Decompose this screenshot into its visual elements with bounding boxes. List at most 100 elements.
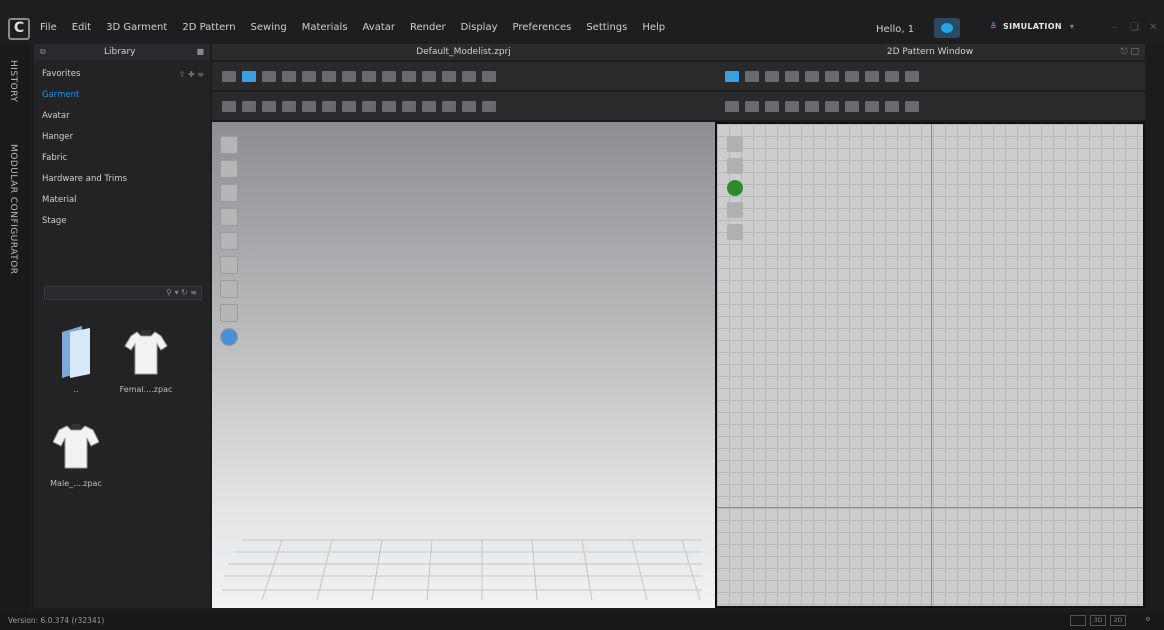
buttonhole-icon[interactable] bbox=[402, 100, 416, 112]
sewing-view-icon[interactable] bbox=[220, 208, 238, 226]
graphic-icon[interactable] bbox=[442, 100, 456, 112]
app-logo[interactable]: C bbox=[8, 18, 30, 40]
viewport-3d[interactable] bbox=[212, 122, 715, 608]
flip-icon[interactable] bbox=[422, 70, 436, 82]
view-3d-button[interactable]: 3D bbox=[1090, 615, 1106, 626]
free-sewing-icon[interactable] bbox=[302, 100, 316, 112]
ruler-icon[interactable] bbox=[727, 136, 743, 152]
edit-pattern-icon[interactable] bbox=[745, 70, 759, 82]
library-item-fabric[interactable]: Fabric bbox=[34, 148, 210, 169]
arrow-icon[interactable] bbox=[222, 70, 236, 82]
select-icon[interactable] bbox=[402, 70, 416, 82]
tab-history[interactable]: HISTORY bbox=[8, 60, 18, 102]
library-thumbnail-folder[interactable]: .. bbox=[48, 326, 104, 394]
sheet-icon[interactable] bbox=[727, 202, 743, 218]
measure-icon[interactable] bbox=[342, 70, 356, 82]
library-item-favorites[interactable]: Favorites ⇪ ✚ ≡ bbox=[34, 64, 210, 85]
fabric-view-icon[interactable] bbox=[220, 184, 238, 202]
rectangle-icon[interactable] bbox=[785, 70, 799, 82]
dock-icon[interactable]: ⎋ □ bbox=[1121, 44, 1139, 60]
tab-modular-configurator[interactable]: MODULAR CONFIGURATOR bbox=[8, 144, 18, 275]
texture-icon[interactable] bbox=[362, 100, 376, 112]
notch-icon[interactable] bbox=[905, 70, 919, 82]
free-sewing-2d-icon[interactable] bbox=[745, 100, 759, 112]
cloud-icon[interactable] bbox=[934, 18, 960, 38]
seam-icon[interactable] bbox=[222, 100, 236, 112]
avatar-pose-icon[interactable] bbox=[462, 70, 476, 82]
stitch-icon[interactable] bbox=[242, 100, 256, 112]
minimize-icon[interactable]: – bbox=[1112, 22, 1117, 33]
hanger-icon[interactable] bbox=[442, 70, 456, 82]
trim-icon[interactable] bbox=[462, 100, 476, 112]
circle-icon[interactable] bbox=[825, 70, 839, 82]
avatar-display-icon[interactable] bbox=[220, 136, 238, 154]
mesh-view-icon[interactable] bbox=[220, 256, 238, 274]
trim-2d-icon[interactable] bbox=[865, 100, 879, 112]
menu-2d-pattern[interactable]: 2D Pattern bbox=[182, 22, 235, 33]
avatar-skin-icon[interactable] bbox=[220, 232, 238, 250]
search-options-icon[interactable]: ⚲ ▾ ↻ ≡ bbox=[166, 288, 197, 297]
fold-icon[interactable] bbox=[282, 70, 296, 82]
dart-icon[interactable] bbox=[865, 70, 879, 82]
maximize-icon[interactable]: ❏ bbox=[1130, 22, 1139, 33]
tape-icon[interactable] bbox=[362, 70, 376, 82]
library-thumbnail-female-garment[interactable]: Femal....zpac bbox=[118, 326, 174, 394]
select-mesh-icon[interactable] bbox=[262, 70, 276, 82]
zipper-icon[interactable] bbox=[422, 100, 436, 112]
library-item-material[interactable]: Material bbox=[34, 190, 210, 211]
pin-icon[interactable] bbox=[302, 70, 316, 82]
library-item-stage[interactable]: Stage bbox=[34, 211, 210, 232]
wind-icon[interactable] bbox=[482, 70, 496, 82]
menu-render[interactable]: Render bbox=[410, 22, 446, 33]
transform-pattern-icon[interactable] bbox=[725, 70, 739, 82]
panel-menu-icon[interactable]: ■ bbox=[196, 47, 204, 56]
polygon-icon[interactable] bbox=[805, 70, 819, 82]
menu-materials[interactable]: Materials bbox=[302, 22, 348, 33]
globe-icon[interactable] bbox=[220, 328, 238, 346]
pattern-view-icon[interactable] bbox=[727, 158, 743, 174]
check-sewing-icon[interactable] bbox=[765, 100, 779, 112]
sewing-icon[interactable] bbox=[262, 100, 276, 112]
view-2d-button[interactable]: 2D bbox=[1110, 615, 1126, 626]
menu-file[interactable]: File bbox=[40, 22, 57, 33]
iron-icon[interactable] bbox=[805, 100, 819, 112]
topstitch-icon[interactable] bbox=[322, 100, 336, 112]
arrangement-icon[interactable] bbox=[220, 280, 238, 298]
settings-gear-icon[interactable]: ⚙ bbox=[1140, 615, 1156, 626]
library-item-avatar[interactable]: Avatar bbox=[34, 106, 210, 127]
info-icon[interactable] bbox=[727, 180, 743, 196]
garment-display-icon[interactable] bbox=[220, 160, 238, 178]
mode-selector[interactable]: ≚ SIMULATION ▾ bbox=[990, 22, 1074, 31]
measure-2d-icon[interactable] bbox=[905, 100, 919, 112]
edit-sewing-icon[interactable] bbox=[282, 100, 296, 112]
grade-icon[interactable] bbox=[727, 224, 743, 240]
user-greeting[interactable]: Hello, 1 bbox=[876, 24, 914, 35]
edit-texture-icon[interactable] bbox=[785, 100, 799, 112]
view-split-button[interactable] bbox=[1070, 615, 1086, 626]
fabric-icon[interactable] bbox=[482, 100, 496, 112]
transform-icon[interactable] bbox=[242, 70, 256, 82]
menu-edit[interactable]: Edit bbox=[72, 22, 91, 33]
trace-icon[interactable] bbox=[885, 70, 899, 82]
close-icon[interactable]: ✕ bbox=[1149, 22, 1157, 33]
button-2d-icon[interactable] bbox=[825, 100, 839, 112]
attach-icon[interactable] bbox=[322, 70, 336, 82]
puckering-icon[interactable] bbox=[342, 100, 356, 112]
library-item-hanger[interactable]: Hanger bbox=[34, 127, 210, 148]
button-icon[interactable] bbox=[382, 100, 396, 112]
menu-avatar[interactable]: Avatar bbox=[363, 22, 395, 33]
library-item-garment[interactable]: Garment bbox=[34, 85, 210, 106]
library-thumbnail-male-garment[interactable]: Male_....zpac bbox=[48, 420, 104, 488]
menu-sewing[interactable]: Sewing bbox=[251, 22, 287, 33]
brush-icon[interactable] bbox=[382, 70, 396, 82]
edit-curvature-icon[interactable] bbox=[765, 70, 779, 82]
menu-display[interactable]: Display bbox=[461, 22, 498, 33]
library-search-input[interactable]: ⚲ ▾ ↻ ≡ bbox=[44, 286, 202, 300]
menu-help[interactable]: Help bbox=[642, 22, 665, 33]
x-ray-icon[interactable] bbox=[220, 304, 238, 322]
graphic-2d-icon[interactable] bbox=[845, 100, 859, 112]
menu-3d-garment[interactable]: 3D Garment bbox=[106, 22, 167, 33]
menu-preferences[interactable]: Preferences bbox=[513, 22, 572, 33]
internal-line-icon[interactable] bbox=[845, 70, 859, 82]
fabric-2d-icon[interactable] bbox=[885, 100, 899, 112]
